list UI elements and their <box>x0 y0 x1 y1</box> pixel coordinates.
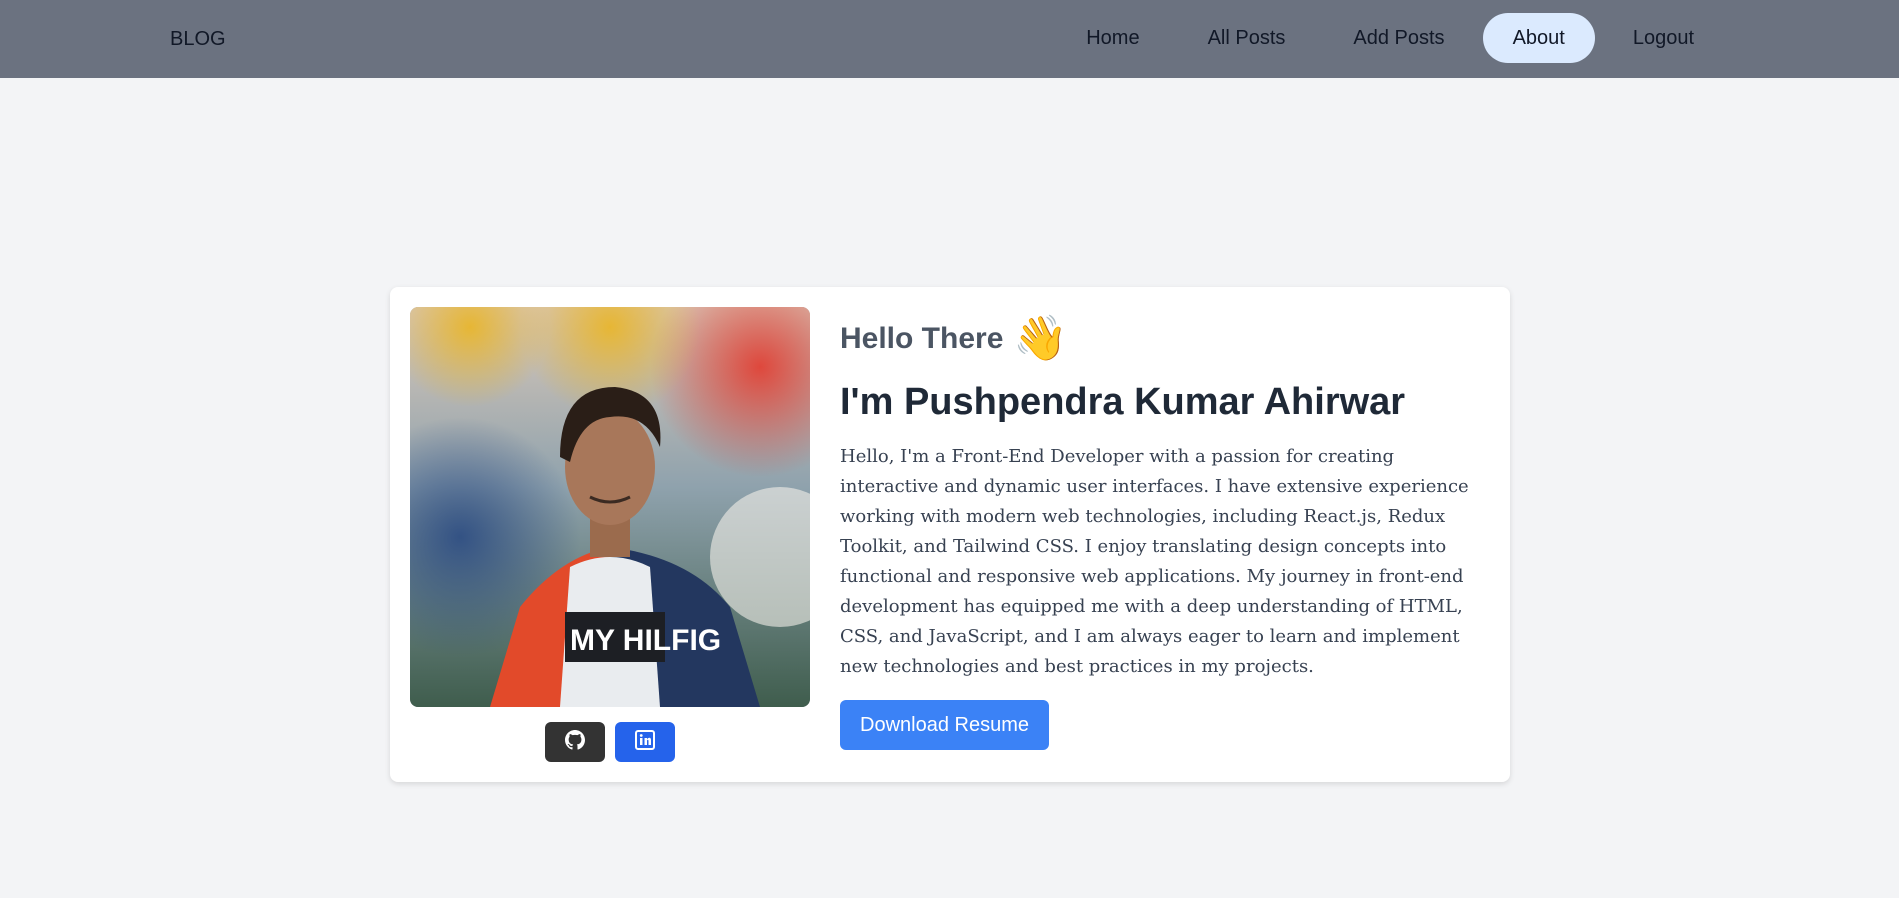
github-button[interactable] <box>545 722 605 762</box>
wave-icon: 👋 <box>1013 314 1069 363</box>
linkedin-button[interactable] <box>615 722 675 762</box>
greeting-text: Hello There <box>840 322 1004 355</box>
nav-item-about[interactable]: About <box>1482 13 1595 63</box>
profile-bio: Hello, I'm a Front-End Developer with a … <box>840 446 1469 677</box>
about-content: Hello There 👋 I'm Pushpendra Kumar Ahirw… <box>840 307 1490 750</box>
nav-item-logout[interactable]: Logout <box>1603 13 1724 63</box>
profile-photo: MY HILFIG <box>410 307 810 707</box>
github-icon <box>565 729 585 755</box>
profile-name: I'm Pushpendra Kumar Ahirwar <box>840 381 1406 423</box>
nav-menu: Home All Posts Add Posts About Logout <box>1056 13 1724 63</box>
nav-item-all-posts[interactable]: All Posts <box>1178 13 1316 63</box>
navbar: BLOG Home All Posts Add Posts About Logo… <box>0 0 1899 78</box>
about-card: MY HILFIG Hello There 👋 I'm Pushpendra K… <box>390 287 1510 782</box>
social-links <box>545 722 675 762</box>
shirt-print-text: MY HILFIG <box>570 624 721 657</box>
brand-logo[interactable]: BLOG <box>170 0 226 78</box>
download-resume-button[interactable]: Download Resume <box>840 700 1049 750</box>
greeting: Hello There 👋 <box>840 317 1490 361</box>
nav-item-home[interactable]: Home <box>1056 13 1169 63</box>
nav-item-add-posts[interactable]: Add Posts <box>1323 13 1474 63</box>
linkedin-icon <box>635 729 655 755</box>
